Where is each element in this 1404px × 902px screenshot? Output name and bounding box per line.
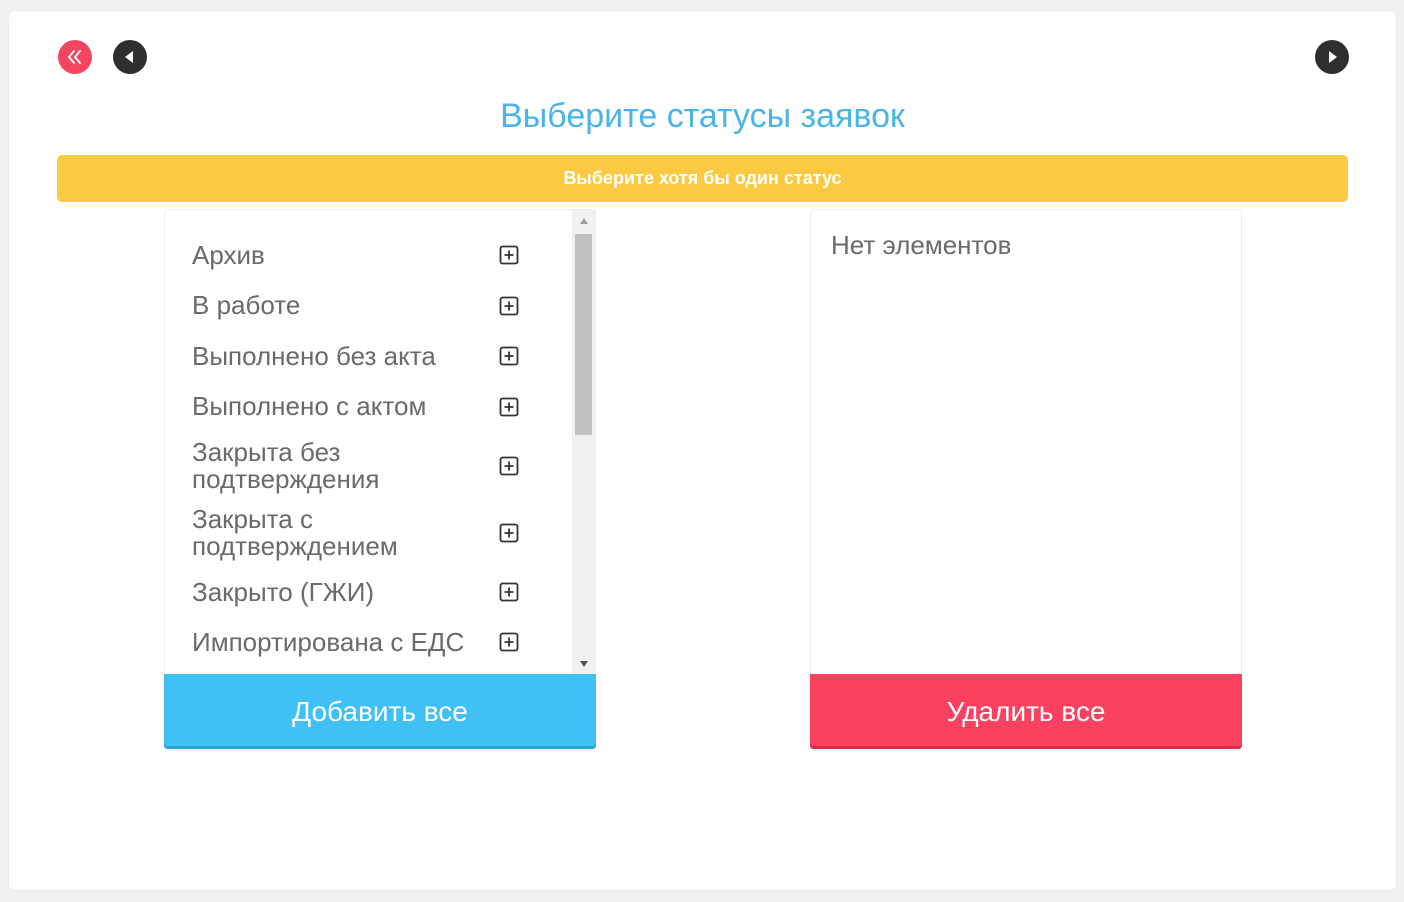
list-item[interactable]: В работе bbox=[165, 280, 570, 331]
triangle-down-icon bbox=[579, 661, 588, 667]
empty-list-message: Нет элементов bbox=[831, 230, 1012, 260]
list-item[interactable]: Импортирована с ЕДС bbox=[165, 617, 570, 667]
add-plus-icon[interactable] bbox=[499, 245, 519, 265]
list-item-label: Импортирована с ЕДС bbox=[192, 626, 465, 657]
scroll-down-button[interactable] bbox=[572, 653, 595, 675]
list-item[interactable]: Закрыта с подтверждением bbox=[165, 499, 570, 567]
list-item[interactable]: Архив bbox=[165, 230, 570, 280]
available-list: Архив В работе Выполнено без акта Выполн… bbox=[165, 230, 570, 667]
list-item[interactable]: Выполнено с актом bbox=[165, 381, 570, 432]
list-item[interactable]: Выполнено без акта bbox=[165, 331, 570, 381]
list-item-label: Закрыто (ГЖИ) bbox=[192, 576, 375, 607]
scroll-up-button[interactable] bbox=[572, 210, 595, 232]
remove-all-button[interactable]: Удалить все bbox=[810, 674, 1242, 749]
add-plus-icon[interactable] bbox=[499, 397, 519, 417]
selected-list-area: Нет элементов bbox=[811, 210, 1241, 675]
double-chevron-left-icon bbox=[68, 50, 81, 64]
add-all-button[interactable]: Добавить все bbox=[164, 674, 596, 749]
available-list-scroll-area[interactable]: Архив В работе Выполнено без акта Выполн… bbox=[165, 210, 595, 675]
first-step-button[interactable] bbox=[58, 40, 92, 74]
validation-warning: Выберите хотя бы один статус bbox=[57, 155, 1348, 202]
selected-statuses-panel: Нет элементов Удалить все bbox=[810, 209, 1242, 751]
available-statuses-panel: Архив В работе Выполнено без акта Выполн… bbox=[164, 209, 596, 751]
add-plus-icon[interactable] bbox=[499, 632, 519, 652]
play-right-icon bbox=[1329, 51, 1337, 63]
add-plus-icon[interactable] bbox=[499, 346, 519, 366]
list-item[interactable]: Закрыто (ГЖИ) bbox=[165, 567, 570, 617]
play-left-icon bbox=[125, 51, 133, 63]
scroll-thumb[interactable] bbox=[575, 234, 592, 435]
add-plus-icon[interactable] bbox=[499, 582, 519, 602]
add-plus-icon[interactable] bbox=[499, 523, 519, 543]
triangle-up-icon bbox=[579, 218, 588, 224]
main-card: Выберите статусы заявок Выберите хотя бы… bbox=[9, 11, 1396, 890]
previous-step-button[interactable] bbox=[113, 40, 147, 74]
list-item-label: Закрыта с подтверждением bbox=[192, 504, 398, 561]
list-item-label: Закрыта без подтверждения bbox=[192, 436, 380, 494]
list-item-label: Архив bbox=[192, 239, 265, 270]
list-item-label: Выполнено с актом bbox=[192, 391, 427, 421]
list-item[interactable]: Закрыта без подтверждения bbox=[165, 432, 570, 499]
add-plus-icon[interactable] bbox=[499, 456, 519, 476]
page-title: Выберите статусы заявок bbox=[500, 97, 905, 135]
list-scrollbar[interactable] bbox=[572, 210, 595, 675]
next-step-button[interactable] bbox=[1315, 40, 1349, 74]
list-item-label: Выполнено без акта bbox=[192, 340, 436, 371]
add-plus-icon[interactable] bbox=[499, 296, 519, 316]
list-item-label: В работе bbox=[192, 290, 301, 320]
